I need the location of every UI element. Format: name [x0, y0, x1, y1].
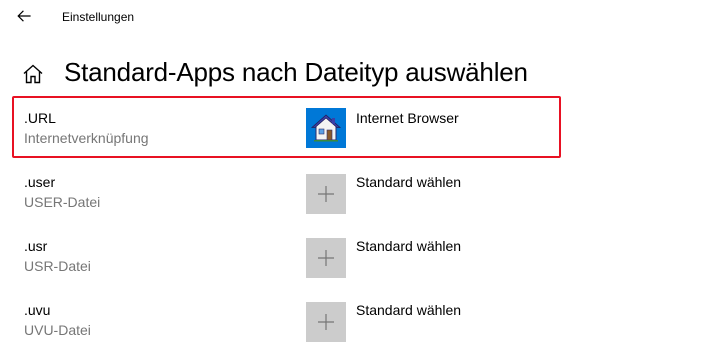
- file-type-row-usr: .usr USR-Datei Standard wählen: [0, 226, 711, 288]
- house-icon: [310, 114, 342, 142]
- choose-default-tile[interactable]: [306, 174, 346, 214]
- plus-icon: [318, 250, 334, 266]
- choose-default-label[interactable]: Standard wählen: [356, 174, 461, 190]
- file-type-row-user: .user USER-Datei Standard wählen: [0, 162, 711, 224]
- page-header: Standard-Apps nach Dateityp auswählen: [0, 52, 711, 98]
- file-extension: .URL: [24, 110, 56, 126]
- choose-default-label[interactable]: Standard wählen: [356, 238, 461, 254]
- file-extension: .user: [24, 174, 56, 190]
- back-arrow-icon: [17, 10, 31, 22]
- default-app-tile[interactable]: [306, 108, 346, 148]
- plus-icon: [318, 314, 334, 330]
- file-type-description: Internetverknüpfung: [24, 130, 149, 146]
- file-extension: .usr: [24, 238, 48, 254]
- file-type-row-url: .URL Internetverknüpfung Internet Browse…: [12, 96, 561, 158]
- plus-icon: [318, 186, 334, 202]
- home-icon[interactable]: [22, 63, 44, 85]
- title-bar: Einstellungen: [0, 0, 711, 34]
- file-extension: .uvu: [24, 302, 51, 318]
- default-app-label[interactable]: Internet Browser: [356, 110, 459, 126]
- page-title: Standard-Apps nach Dateityp auswählen: [64, 57, 528, 87]
- file-type-description: UVU-Datei: [24, 322, 91, 338]
- file-type-row-uvu: .uvu UVU-Datei Standard wählen: [0, 290, 711, 352]
- choose-default-label[interactable]: Standard wählen: [356, 302, 461, 318]
- file-type-description: USER-Datei: [24, 194, 101, 210]
- window-title: Einstellungen: [62, 10, 135, 24]
- choose-default-tile[interactable]: [306, 302, 346, 342]
- back-button[interactable]: [10, 4, 38, 28]
- file-type-description: USR-Datei: [24, 258, 91, 274]
- choose-default-tile[interactable]: [306, 238, 346, 278]
